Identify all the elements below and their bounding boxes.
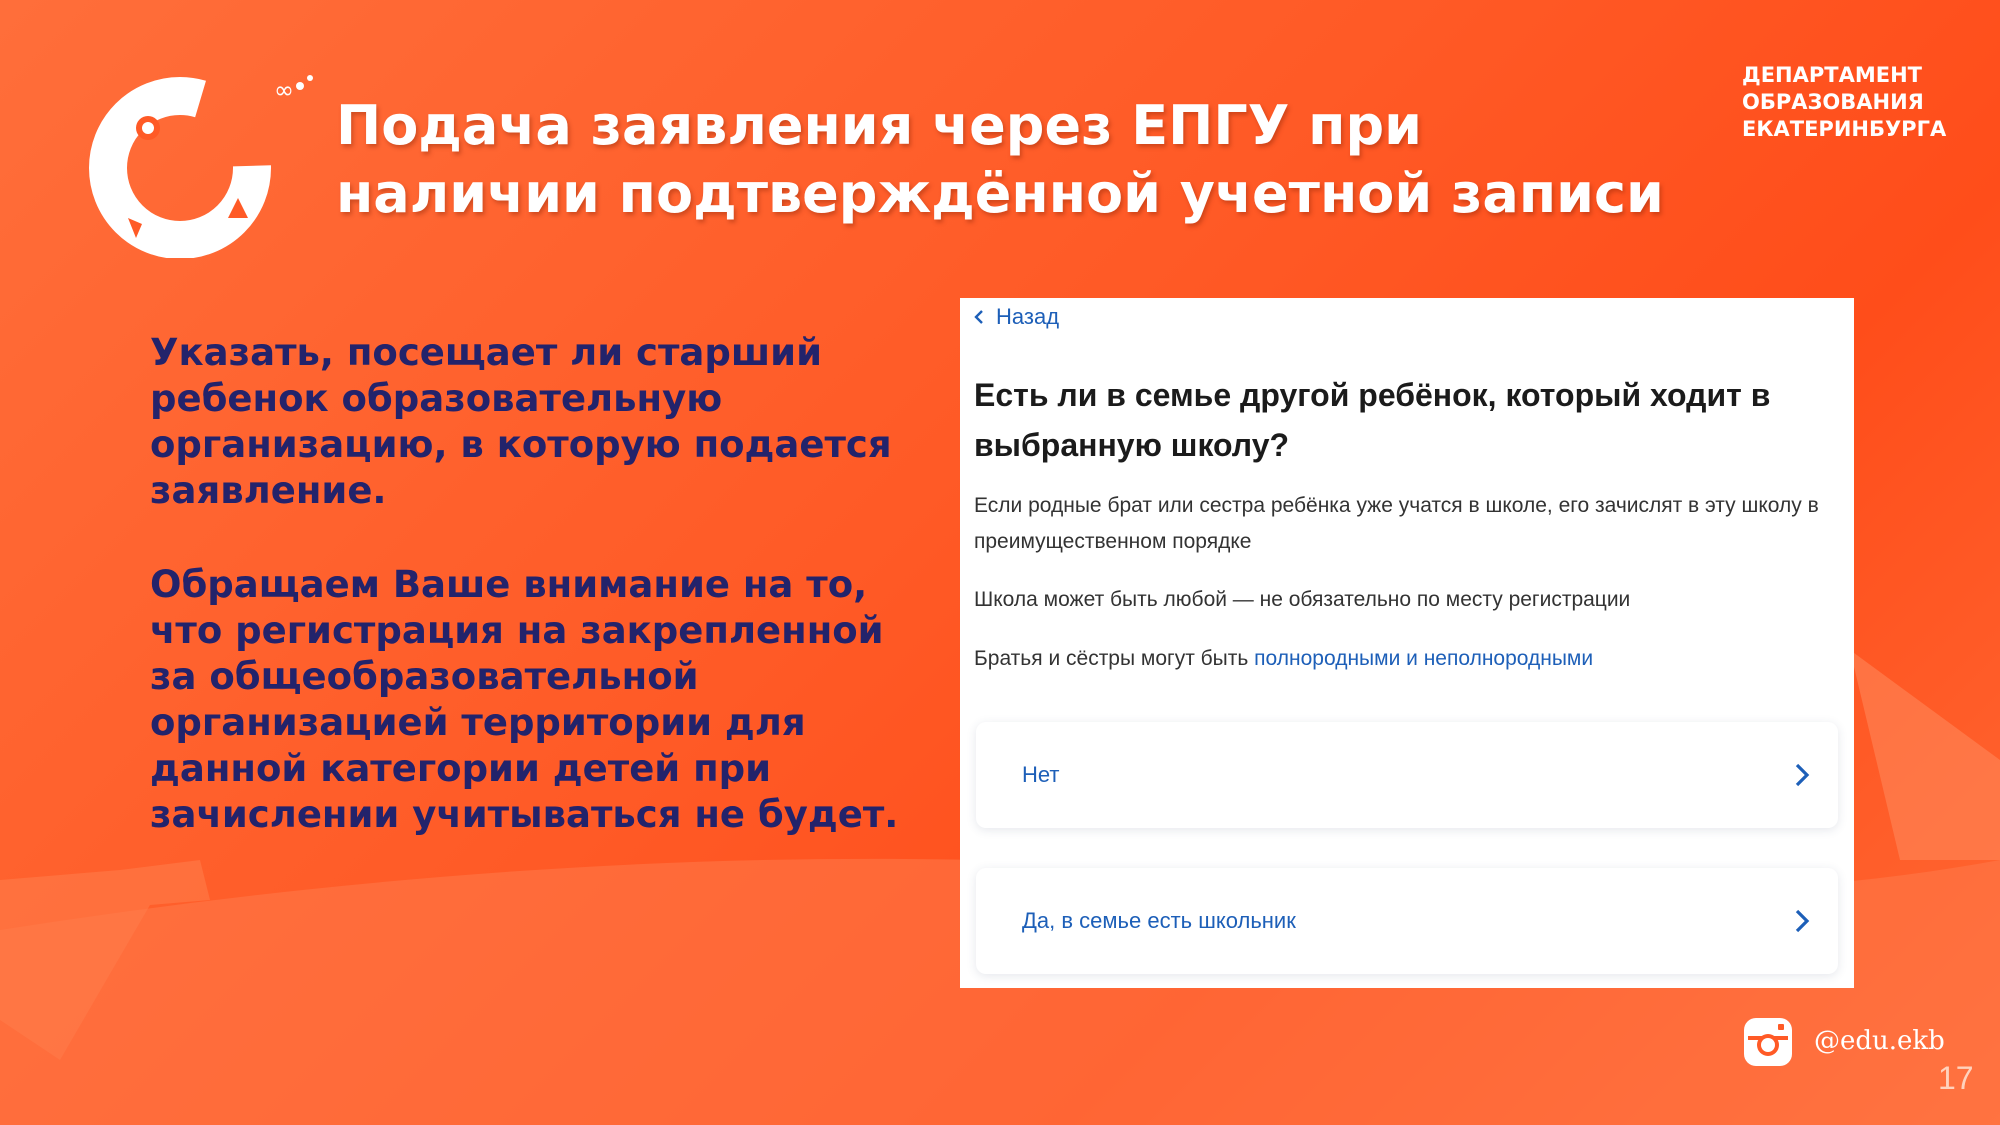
back-label: Назад xyxy=(996,304,1060,329)
option-no[interactable]: Нет xyxy=(976,722,1838,828)
question-title: Есть ли в семье другой ребёнок, который … xyxy=(974,377,1771,463)
chevron-right-icon xyxy=(1795,909,1810,933)
back-link[interactable]: Назад xyxy=(974,304,1059,330)
option-label: Нет xyxy=(1022,762,1060,787)
instagram-icon[interactable] xyxy=(1742,1016,1794,1068)
option-label: Да, в семье есть школьник xyxy=(1022,908,1296,933)
hint-text: Братья и сёстры могут быть полнородными … xyxy=(974,641,1844,677)
page-number: 17 xyxy=(1938,1060,1974,1096)
social-handle: @edu.ekb xyxy=(1814,1026,1945,1056)
hint-prefix: Братья и сёстры могут быть xyxy=(974,647,1255,670)
logo-ring-icon: ∞ xyxy=(89,75,313,258)
chevron-right-icon xyxy=(1795,763,1810,787)
siblings-link[interactable]: полнородными и неполнородными xyxy=(1254,647,1593,670)
notice-paragraph: Обращаем Ваше внимание на то, что регист… xyxy=(150,563,899,836)
hint-text: Если родные брат или сестра ребёнка уже … xyxy=(974,494,1819,553)
gosuslugi-screenshot: Назад Есть ли в семье другой ребёнок, ко… xyxy=(960,298,1854,988)
instruction-paragraph: Указать, посещает ли старший ребенок обр… xyxy=(150,331,892,512)
slide-title: Подача заявления через ЕПГУ при наличии … xyxy=(336,94,1664,225)
hint-text: Школа может быть любой — не обязательно … xyxy=(974,588,1631,611)
svg-text:∞: ∞ xyxy=(274,76,294,104)
department-label: ДЕПАРТАМЕНТ ОБРАЗОВАНИЯ ЕКАТЕРИНБУРГА xyxy=(1742,63,1947,141)
chevron-left-icon xyxy=(974,310,983,324)
option-yes-sibling[interactable]: Да, в семье есть школьник xyxy=(976,868,1838,974)
